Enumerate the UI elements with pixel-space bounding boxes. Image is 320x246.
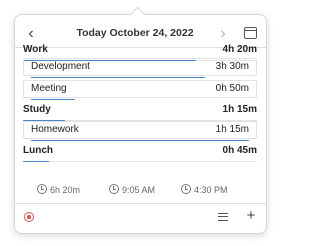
date-header: ‹ Today October 24, 2022 › (15, 23, 266, 45)
progress-bar (31, 76, 206, 78)
progress-bar (31, 139, 249, 141)
progress-bar (23, 160, 49, 162)
stopwatch-icon (37, 184, 47, 194)
category-name: Lunch (23, 145, 53, 156)
calendar-icon[interactable] (244, 27, 257, 39)
task-duration: 1h 15m (215, 124, 249, 135)
progress-bar (31, 98, 75, 100)
start-time-stat: 9:05 AM (109, 184, 155, 196)
category-row[interactable]: Study 1h 15m (23, 103, 257, 121)
end-time: 4:30 PM (194, 185, 228, 195)
chevron-left-icon[interactable]: ‹ (25, 25, 37, 43)
task-duration: 0h 50m (215, 83, 249, 94)
task-row[interactable]: Meeting 0h 50m (31, 82, 249, 100)
footer-divider (15, 203, 266, 204)
total-time-stat: 6h 20m (37, 184, 80, 196)
category-name: Work (23, 44, 48, 55)
end-time-stat: 4:30 PM (181, 184, 228, 196)
task-name: Development (31, 61, 90, 72)
task-name: Homework (31, 124, 79, 135)
total-time: 6h 20m (50, 185, 81, 195)
task-name: Meeting (31, 83, 67, 94)
category-duration: 4h 20m (222, 44, 257, 55)
plus-icon[interactable]: + (244, 208, 258, 223)
clock-end-icon (181, 184, 191, 194)
time-tracker-popover: ‹ Today October 24, 2022 › Work 4h 20m Dev… (14, 14, 267, 234)
day-stats: 6h 20m 9:05 AM 4:30 PM (15, 184, 266, 198)
category-duration: 1h 15m (222, 104, 257, 115)
start-time: 9:05 AM (122, 185, 156, 195)
task-duration: 3h 30m (215, 61, 249, 72)
record-icon[interactable] (24, 212, 34, 222)
progress-track (23, 161, 257, 162)
category-row[interactable]: Lunch 0h 45m (23, 144, 257, 162)
date-title: Today October 24, 2022 (76, 27, 194, 39)
category-duration: 0h 45m (222, 145, 257, 156)
task-row[interactable]: Development 3h 30m (31, 60, 249, 78)
chevron-right-icon[interactable]: › (217, 25, 229, 43)
clock-start-icon (109, 184, 119, 194)
category-name: Study (23, 104, 51, 115)
task-row[interactable]: Homework 1h 15m (31, 123, 249, 141)
menu-icon[interactable] (218, 213, 228, 221)
